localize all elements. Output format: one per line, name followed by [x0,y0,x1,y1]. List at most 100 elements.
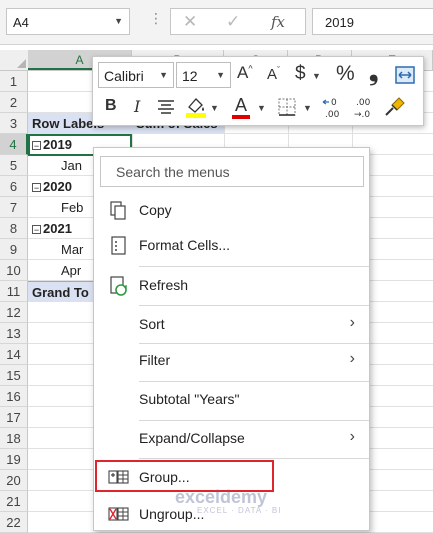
font-name-value: Calibri [104,68,144,84]
chevron-down-icon[interactable]: ▼ [159,70,168,80]
row-header-18[interactable]: 18 [0,428,28,449]
decrease-font-size-icon[interactable]: Aˇ [267,65,280,83]
row-header-19[interactable]: 19 [0,449,28,470]
row-header-5[interactable]: 5 [0,155,28,176]
grow-font-letter: A [237,63,249,82]
cell-year-2020-label: 2020 [43,179,72,194]
menu-item-filter[interactable]: Filter › [94,344,369,378]
shrink-font-letter: A [267,66,278,83]
collapse-icon[interactable]: − [32,225,41,235]
chevron-right-icon: › [349,350,355,367]
wrap-text-icon[interactable] [394,64,416,86]
row-header-12[interactable]: 12 [0,302,28,323]
name-box-value: A4 [13,15,29,30]
menu-item-copy[interactable]: Copy [94,194,369,228]
menu-separator [139,305,369,306]
font-color-icon[interactable]: A [231,95,251,121]
row-header-3[interactable]: 3 [0,113,28,134]
svg-text:0: 0 [331,98,337,108]
row-header-8[interactable]: 8 [0,218,28,239]
row-header-6[interactable]: 6 [0,176,28,197]
format-cells-icon [108,235,128,257]
name-box[interactable]: A4 ▼ [6,8,130,35]
menu-item-subtotal[interactable]: Subtotal "Years" [94,383,369,417]
menu-item-label: Refresh [139,277,189,293]
chevron-right-icon: › [349,428,355,445]
group-icon [108,467,129,489]
collapse-icon[interactable]: − [32,141,41,151]
row-header-15[interactable]: 15 [0,365,28,386]
row-header-10[interactable]: 10 [0,260,28,281]
row-header-17[interactable]: 17 [0,407,28,428]
formula-value: 2019 [325,15,354,30]
menu-separator [139,381,369,382]
row-header-2[interactable]: 2 [0,92,28,113]
row-header-16[interactable]: 16 [0,386,28,407]
chevron-down-icon[interactable]: ▼ [216,70,225,80]
svg-text:.00: .00 [356,98,371,108]
formula-input[interactable]: 2019 [312,8,433,35]
search-menus-input[interactable]: Search the menus [100,156,364,187]
bold-button[interactable]: B [105,97,117,115]
menu-item-sort[interactable]: Sort › [94,308,369,342]
watermark-brand: exceldemy [175,487,268,507]
menu-separator [139,458,369,459]
menu-item-label: Expand/Collapse [139,430,245,446]
select-all-button[interactable] [0,50,29,70]
chevron-down-icon[interactable]: ▼ [303,103,312,113]
menu-item-refresh[interactable]: Refresh [94,269,369,303]
font-size-box[interactable]: 12 ▼ [176,62,231,88]
insert-function-icon[interactable]: fx [271,13,285,31]
row-header-11[interactable]: 11 [0,281,28,302]
chevron-down-icon[interactable]: ▼ [210,103,219,113]
menu-item-label: Group... [139,469,190,485]
row-header-4[interactable]: 4 [0,134,28,155]
fill-color-icon[interactable] [185,95,207,119]
collapse-icon[interactable]: − [32,183,41,193]
chevron-down-icon[interactable]: ▼ [114,16,123,26]
svg-text:.00: .00 [325,110,340,120]
row-header-20[interactable]: 20 [0,470,28,491]
svg-text:→.0: →.0 [354,110,370,120]
format-painter-icon[interactable] [383,95,407,119]
row-header-9[interactable]: 9 [0,239,28,260]
watermark-logo: exceldemy EXCEL · DATA · BI [175,487,281,515]
chevron-down-icon[interactable]: ▼ [312,71,321,81]
cell-year-2021-label: 2021 [43,221,72,236]
font-color-letter: A [235,95,248,115]
row-header-13[interactable]: 13 [0,323,28,344]
formula-bar-area: A4 ▼ ⋮ ✕ ✓ fx 2019 [0,0,433,45]
increase-font-size-icon[interactable]: A^ [237,63,253,83]
cancel-icon[interactable]: ✕ [183,12,197,32]
more-options-icon[interactable]: ⋮ [149,10,163,27]
cell-year-2019-label: 2019 [43,137,72,152]
comma-style-icon[interactable]: ❟ [369,59,378,87]
borders-icon[interactable] [277,97,297,117]
row-header-7[interactable]: 7 [0,197,28,218]
copy-icon [108,200,128,222]
currency-format-icon[interactable]: $ [295,63,306,85]
ungroup-icon [108,504,129,526]
align-center-icon[interactable] [157,98,175,116]
font-size-value: 12 [182,68,198,84]
menu-item-label: Filter [139,352,171,368]
row-header-14[interactable]: 14 [0,344,28,365]
row-header-21[interactable]: 21 [0,491,28,512]
row-header-1[interactable]: 1 [0,71,28,92]
menu-item-label: Sort [139,316,165,332]
menu-item-expand-collapse[interactable]: Expand/Collapse › [94,422,369,456]
menu-separator [139,266,369,267]
font-name-box[interactable]: Calibri ▼ [98,62,174,88]
menu-item-format-cells[interactable]: Format Cells... [94,229,369,263]
enter-icon[interactable]: ✓ [226,12,240,32]
row-header-22[interactable]: 22 [0,512,28,533]
italic-button[interactable]: I [134,97,140,116]
watermark-tagline: EXCEL · DATA · BI [197,506,282,515]
chevron-down-icon[interactable]: ▼ [257,103,266,113]
percent-style-icon[interactable]: % [336,62,355,86]
refresh-icon [108,275,128,297]
mini-toolbar: Calibri ▼ 12 ▼ A^ Aˇ $ ▼ % ❟ B I ▼ A ▼ ▼… [92,56,424,126]
decrease-decimal-icon[interactable]: .00 →.0 [351,95,375,121]
increase-decimal-icon[interactable]: 0.00 [322,95,346,121]
menu-item-label: Format Cells... [139,237,231,253]
